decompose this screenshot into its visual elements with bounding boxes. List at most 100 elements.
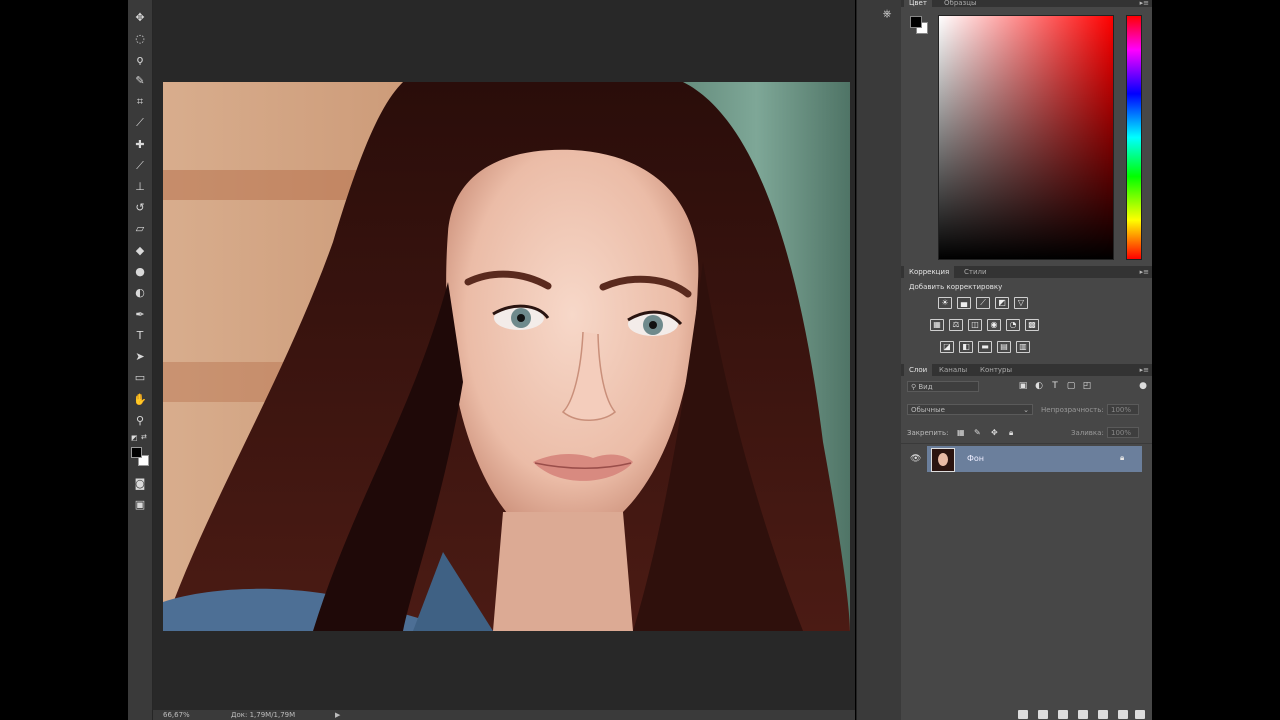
rectangle-tool-icon[interactable]: ▭ — [132, 370, 148, 386]
crop-tool-icon[interactable]: ⌗ — [132, 94, 148, 110]
new-layer-icon[interactable] — [1118, 710, 1128, 719]
new-group-icon[interactable] — [1098, 710, 1108, 719]
color-lookup-icon[interactable]: ▩ — [1025, 319, 1039, 331]
layer-lock-icon: 🔒︎ — [1120, 453, 1125, 462]
document-canvas[interactable] — [163, 82, 850, 631]
brush-tool-icon[interactable]: ⟋ — [132, 158, 148, 174]
corrections-panel-tabs: Коррекция Стили ▸≡ — [901, 266, 1152, 278]
brightness-contrast-icon[interactable]: ☀ — [938, 297, 952, 309]
blend-mode-value: Обычные — [911, 406, 945, 414]
swap-colors-icon[interactable]: ⇄ — [141, 433, 147, 441]
quick-select-tool-icon[interactable]: ✎ — [132, 73, 148, 89]
type-tool-icon[interactable]: T — [132, 328, 148, 344]
filter-type-icon[interactable]: T — [1050, 381, 1060, 391]
opacity-input[interactable]: 100% — [1107, 404, 1139, 415]
tab-layers[interactable]: Слои — [904, 364, 933, 376]
outside-area — [1153, 0, 1280, 720]
filter-pixel-icon[interactable]: ▣ — [1018, 381, 1028, 391]
lock-all-icon[interactable]: 🔒︎ — [1009, 428, 1013, 438]
eyedropper-tool-icon[interactable]: ⟋ — [132, 115, 148, 131]
panel-dock: ⎈ — [856, 0, 902, 720]
invert-icon[interactable]: ◪ — [940, 341, 954, 353]
link-layers-icon[interactable] — [1018, 710, 1028, 719]
photo-filter-icon[interactable]: ◉ — [987, 319, 1001, 331]
zoom-level[interactable]: 66,67% — [163, 710, 190, 720]
layer-visibility-eye-icon[interactable]: 👁︎ — [910, 454, 921, 464]
clone-stamp-tool-icon[interactable]: ⊥ — [132, 179, 148, 195]
add-layer-style-icon[interactable] — [1038, 710, 1048, 719]
foreground-color-swatch[interactable] — [910, 16, 922, 28]
layers-divider — [901, 443, 1152, 444]
layer-thumbnail — [931, 448, 955, 472]
hue-slider[interactable] — [1126, 15, 1142, 260]
lock-label: Закрепить: — [907, 429, 949, 437]
posterize-icon[interactable]: ◧ — [959, 341, 973, 353]
filter-adjustment-icon[interactable]: ◐ — [1034, 381, 1044, 391]
lock-position-icon[interactable]: ✥ — [991, 428, 998, 437]
opacity-label: Непрозрачность: — [1041, 406, 1104, 414]
history-brush-tool-icon[interactable]: ↺ — [132, 200, 148, 216]
lock-transparent-icon[interactable]: ▦ — [957, 428, 965, 437]
layers-panel-menu-icon[interactable]: ▸≡ — [1140, 364, 1149, 376]
color-panel-menu-icon[interactable]: ▸≡ — [1140, 0, 1149, 7]
new-adjustment-layer-icon[interactable] — [1078, 710, 1088, 719]
delete-layer-icon[interactable] — [1135, 710, 1145, 719]
layers-panel-tabs: Слои Каналы Контуры ▸≡ — [901, 364, 1152, 376]
layer-name: Фон — [967, 454, 985, 463]
history-icon[interactable]: ⎈ — [881, 8, 893, 20]
corrections-panel-menu-icon[interactable]: ▸≡ — [1140, 266, 1149, 278]
corrections-title: Добавить корректировку — [909, 283, 1003, 291]
color-field[interactable] — [938, 15, 1114, 260]
filter-toggle-icon[interactable]: ● — [1138, 381, 1148, 391]
curves-icon[interactable]: ⟋ — [976, 297, 990, 309]
dodge-tool-icon[interactable]: ◐ — [132, 285, 148, 301]
tab-swatches[interactable]: Образцы — [939, 0, 982, 7]
lasso-tool-icon[interactable]: ϙ — [132, 52, 148, 68]
hue-saturation-icon[interactable]: ⚖ — [949, 319, 963, 331]
tab-color[interactable]: Цвет — [904, 0, 932, 7]
zoom-tool-icon[interactable]: ⚲ — [132, 413, 148, 429]
blur-tool-icon[interactable]: ● — [132, 264, 148, 280]
vibrance-icon[interactable]: ▦ — [930, 319, 944, 331]
blend-mode-select[interactable]: Обычные ⌄ — [907, 404, 1033, 415]
color-panel-tabs: Цвет Образцы ▸≡ — [901, 0, 1152, 7]
fill-input[interactable]: 100% — [1107, 427, 1139, 438]
paint-bucket-tool-icon[interactable]: ◆ — [132, 243, 148, 259]
status-menu-arrow-icon[interactable]: ▶ — [335, 710, 340, 720]
default-colors-icon[interactable]: ◩ — [131, 434, 138, 442]
tab-paths[interactable]: Контуры — [975, 364, 1017, 376]
chevron-down-icon: ⌄ — [1023, 406, 1029, 414]
filter-smart-object-icon[interactable]: ◰ — [1082, 381, 1092, 391]
levels-icon[interactable]: ▄ — [957, 297, 971, 309]
layer-filter-select[interactable]: ⚲ Вид — [907, 381, 979, 392]
tools-panel: ✥ ◌ ϙ ✎ ⌗ ⟋ ✚ ⟋ ⊥ ↺ ▱ ◆ ● ◐ ✒ T ➤ ▭ ✋ ⚲ ◙ ▣ — [128, 0, 153, 720]
add-mask-icon[interactable] — [1058, 710, 1068, 719]
thumbnail-face — [938, 453, 948, 466]
portrait-photo — [163, 82, 850, 631]
right-panels: Цвет Образцы ▸≡ Коррекция Стили ▸≡ Добав… — [901, 0, 1152, 720]
pen-tool-icon[interactable]: ✒ — [132, 307, 148, 323]
exposure-icon[interactable]: ◩ — [995, 297, 1009, 309]
threshold-icon[interactable]: ▬ — [978, 341, 992, 353]
lock-pixels-icon[interactable]: ✎ — [974, 428, 981, 437]
screen-mode-icon[interactable]: ▣ — [132, 497, 148, 513]
healing-brush-tool-icon[interactable]: ✚ — [132, 137, 148, 153]
hand-tool-icon[interactable]: ✋ — [132, 392, 148, 408]
gradient-map-triangle-icon[interactable]: ▽ — [1014, 297, 1028, 309]
move-tool-icon[interactable]: ✥ — [132, 10, 148, 26]
tab-styles[interactable]: Стили — [959, 266, 992, 278]
gradient-map-icon[interactable]: ▥ — [1016, 341, 1030, 353]
selective-color-icon[interactable]: ▤ — [997, 341, 1011, 353]
tab-corrections[interactable]: Коррекция — [904, 266, 955, 278]
color-balance-icon[interactable]: ◫ — [968, 319, 982, 331]
eraser-tool-icon[interactable]: ▱ — [132, 221, 148, 237]
filter-shape-icon[interactable]: ▢ — [1066, 381, 1076, 391]
marquee-tool-icon[interactable]: ◌ — [132, 31, 148, 47]
path-select-tool-icon[interactable]: ➤ — [132, 349, 148, 365]
tool-foreground-swatch[interactable] — [131, 447, 142, 458]
quick-mask-icon[interactable]: ◙ — [132, 476, 148, 492]
status-bar: 66,67% Док: 1,79М/1,79М ▶ — [153, 710, 855, 720]
tab-channels[interactable]: Каналы — [934, 364, 972, 376]
layer-row[interactable]: Фон 🔒︎ — [927, 446, 1142, 472]
channel-mixer-icon[interactable]: ◔ — [1006, 319, 1020, 331]
